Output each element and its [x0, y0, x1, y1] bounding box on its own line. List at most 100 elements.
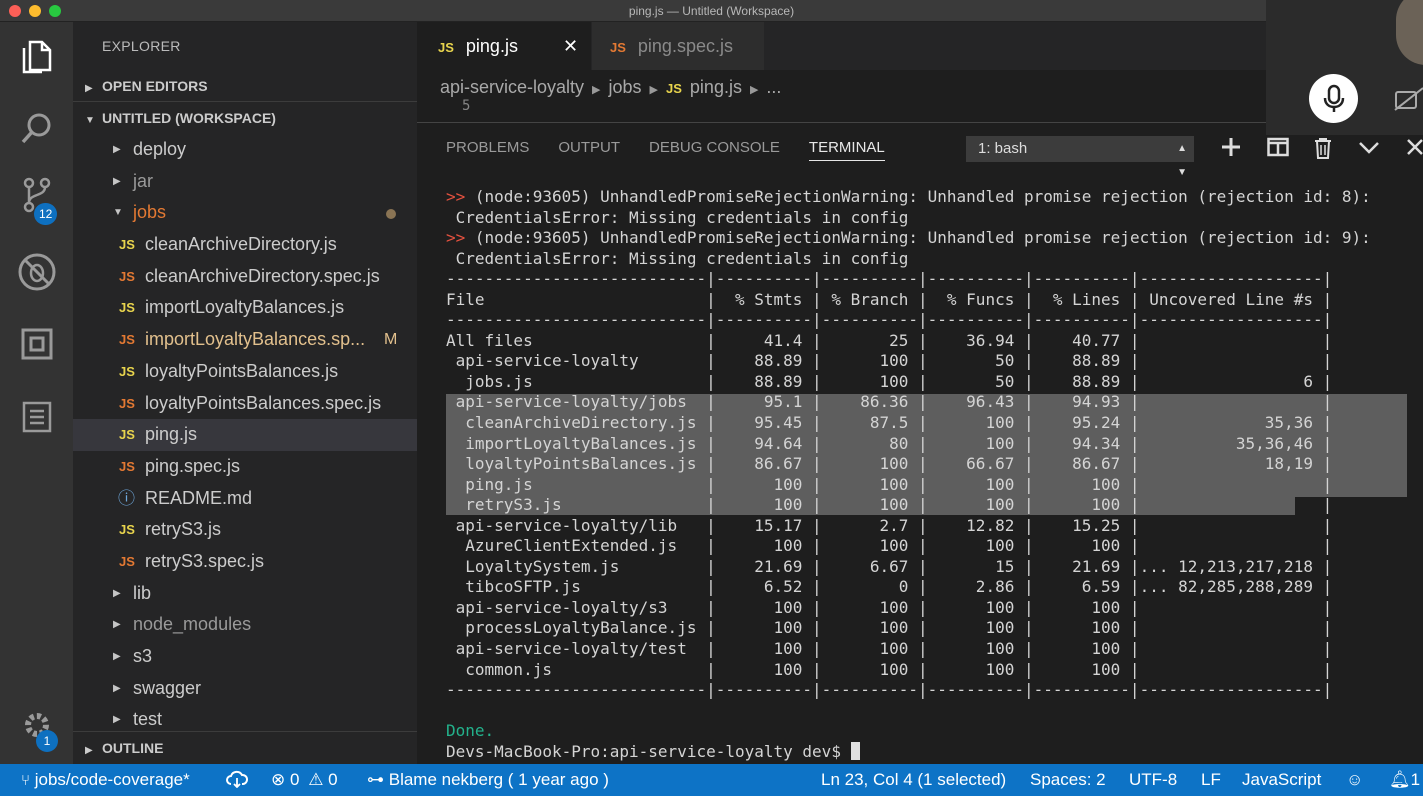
- terminal-line: >> (node:93605) UnhandledPromiseRejectio…: [446, 187, 1371, 208]
- participant-video: [1396, 0, 1423, 65]
- encoding[interactable]: UTF-8: [1129, 764, 1177, 796]
- tree-file-ping[interactable]: JS ping.js: [73, 419, 417, 451]
- terminal-line: >> (node:93605) UnhandledPromiseRejectio…: [446, 228, 1371, 249]
- tree-folder-jar[interactable]: ▶ jar: [73, 166, 417, 198]
- close-tab-icon[interactable]: ✕: [563, 22, 578, 70]
- tree-file-cleanArchiveDirectory[interactable]: JS cleanArchiveDirectory.js: [73, 229, 417, 261]
- js-spec-file-icon: JS: [119, 332, 135, 348]
- terminal-line: ping.js | 100 | 100 | 100 | 100 | |: [446, 475, 1371, 496]
- terminal-text: All files | 41.4 | 25 | 36.94 | 40.77 | …: [446, 330, 1333, 350]
- terminal-line: common.js | 100 | 100 | 100 | 100 | |: [446, 660, 1371, 681]
- terminal-text: Done.: [446, 721, 495, 741]
- git-branch[interactable]: ⑂ jobs/code-coverage*: [21, 764, 190, 796]
- feedback-smiley-icon[interactable]: ☺: [1346, 764, 1363, 796]
- tab-debug-console[interactable]: DEBUG CONSOLE: [649, 139, 780, 161]
- notifications[interactable]: 🔔︎1: [1389, 764, 1420, 796]
- tree-file-readme[interactable]: ⓘ README.md: [73, 483, 417, 515]
- terminal-text: AzureClientExtended.js | 100 | 100 | 100…: [446, 536, 1333, 556]
- terminal-output[interactable]: >> (node:93605) UnhandledPromiseRejectio…: [446, 187, 1371, 762]
- close-panel-icon[interactable]: [1407, 137, 1423, 162]
- js-spec-file-icon: JS: [119, 458, 135, 474]
- tree-file-retryS3[interactable]: JS retryS3.js: [73, 514, 417, 546]
- breadcrumb-root[interactable]: api-service-loyalty: [440, 77, 584, 97]
- tab-ping-spec-js[interactable]: JS ping.spec.js: [592, 22, 764, 70]
- indentation[interactable]: Spaces: 2: [1030, 764, 1106, 796]
- debug-icon[interactable]: [16, 251, 58, 293]
- js-spec-file-icon: JS: [610, 40, 626, 55]
- js-file-icon: JS: [666, 81, 682, 96]
- split-terminal-icon[interactable]: [1267, 137, 1289, 162]
- trash-icon[interactable]: [1314, 137, 1332, 164]
- tree-file-loyaltyPointsBalances[interactable]: JS loyaltyPointsBalances.js: [73, 356, 417, 388]
- tree-file-cleanArchiveDirectory-spec[interactable]: JS cleanArchiveDirectory.spec.js: [73, 261, 417, 293]
- chevron-down-icon[interactable]: [1358, 137, 1380, 162]
- sync-icon[interactable]: [226, 764, 249, 796]
- terminal-text: common.js | 100 | 100 | 100 | 100 | |: [446, 659, 1333, 679]
- microphone-icon: [1323, 84, 1344, 112]
- tree-folder-jobs[interactable]: ▼ jobs: [73, 197, 417, 229]
- cursor-position[interactable]: Ln 23, Col 4 (1 selected): [821, 764, 1006, 796]
- search-icon[interactable]: [16, 108, 58, 150]
- tree-file-importLoyaltyBalances[interactable]: JS importLoyaltyBalances.js: [73, 292, 417, 324]
- language-mode[interactable]: JavaScript: [1242, 764, 1321, 796]
- bell-icon: 🔔︎: [1389, 770, 1411, 789]
- test-explorer-icon[interactable]: [16, 395, 58, 437]
- terminal-line: File | % Stmts | % Branch | % Funcs | % …: [446, 290, 1371, 311]
- line-ending[interactable]: LF: [1201, 764, 1221, 796]
- commit-icon: ⊶: [367, 770, 384, 789]
- tree-file-retryS3-spec[interactable]: JS retryS3.spec.js: [73, 546, 417, 578]
- tab-terminal[interactable]: TERMINAL: [808, 139, 885, 161]
- extensions-icon[interactable]: [16, 323, 58, 365]
- microphone-button[interactable]: [1309, 74, 1358, 123]
- terminal-line: ---------------------------|----------|-…: [446, 310, 1371, 331]
- window-title: ping.js — Untitled (Workspace): [628, 4, 795, 18]
- camera-off-icon[interactable]: [1394, 86, 1423, 117]
- explorer-sidebar: EXPLORER ▶ OPEN EDITORS ▼ UNTITLED (WORKSP…: [73, 22, 417, 764]
- tab-ping-js[interactable]: JS ping.js ✕: [417, 22, 591, 70]
- select-arrows-icon: ▲ ▼: [1177, 143, 1187, 178]
- tree-folder-deploy[interactable]: ▶ deploy: [73, 134, 417, 166]
- new-terminal-plus-icon[interactable]: [1221, 137, 1241, 162]
- info-icon: ⓘ: [118, 488, 135, 508]
- chevron-right-icon: ▶: [113, 682, 121, 694]
- breadcrumb-file[interactable]: ping.js: [690, 77, 742, 97]
- open-editors-section[interactable]: ▶ OPEN EDITORS: [73, 70, 417, 102]
- warning-icon: ⚠: [308, 770, 324, 789]
- status-bar: ⑂ jobs/code-coverage* ⊗ 0 ⚠ 0 ⊶ Blame ne…: [0, 764, 1423, 796]
- terminal-text: ---------------------------|----------|-…: [446, 680, 1333, 700]
- terminal-line: processLoyaltyBalance.js | 100 | 100 | 1…: [446, 618, 1371, 639]
- js-spec-file-icon: JS: [119, 268, 135, 284]
- tree-folder-s3[interactable]: ▶ s3: [73, 641, 417, 673]
- terminal-select[interactable]: 1: bash ▲ ▼: [966, 136, 1194, 178]
- terminal-line: api-service-loyalty/jobs | 95.1 | 86.36 …: [446, 392, 1371, 413]
- tree-folder-swagger[interactable]: ▶ swagger: [73, 673, 417, 705]
- terminal-line: Done.: [446, 721, 1371, 742]
- terminal-text: api-service-loyalty/lib | 15.17 | 2.7 | …: [446, 515, 1333, 535]
- tab-output[interactable]: OUTPUT: [558, 139, 620, 161]
- js-file-icon: JS: [119, 237, 135, 253]
- tree-file-loyaltyPointsBalances-spec[interactable]: JS loyaltyPointsBalances.spec.js: [73, 388, 417, 420]
- terminal-line: Devs-MacBook-Pro:api-service-loyalty dev…: [446, 741, 1371, 763]
- tree-file-importLoyaltyBalances-spec[interactable]: JS importLoyaltyBalances.sp... M: [73, 324, 417, 356]
- breadcrumb-folder[interactable]: jobs: [609, 77, 642, 97]
- outline-section[interactable]: ▶ OUTLINE: [73, 731, 417, 764]
- terminal-text: CredentialsError: Missing credentials in…: [446, 207, 909, 227]
- terminal-line: api-service-loyalty/lib | 15.17 | 2.7 | …: [446, 516, 1371, 537]
- terminal-text: CredentialsError: Missing credentials in…: [446, 248, 909, 268]
- terminal-text: api-service-loyalty | 88.89 | 100 | 50 |…: [446, 351, 1333, 371]
- breadcrumb-more[interactable]: ...: [766, 77, 781, 97]
- problems-indicator[interactable]: ⊗ 0 ⚠ 0: [271, 764, 338, 796]
- tab-problems[interactable]: PROBLEMS: [446, 139, 529, 161]
- terminal-text: cleanArchiveDirectory.js | 95.45 | 87.5 …: [446, 413, 1333, 433]
- tree-file-ping-spec[interactable]: JS ping.spec.js: [73, 451, 417, 483]
- explorer-icon[interactable]: [16, 36, 58, 78]
- terminal-line: CredentialsError: Missing credentials in…: [446, 208, 1371, 229]
- tree-folder-lib[interactable]: ▶ lib: [73, 578, 417, 610]
- terminal-line: tibcoSFTP.js | 6.52 | 0 | 2.86 | 6.59 |.…: [446, 577, 1371, 598]
- tree-folder-node-modules[interactable]: ▶ node_modules: [73, 609, 417, 641]
- git-blame[interactable]: ⊶ Blame nekberg ( 1 year ago ): [367, 764, 609, 796]
- terminal-text: tibcoSFTP.js | 6.52 | 0 | 2.86 | 6.59 |.…: [446, 577, 1333, 597]
- workspace-section[interactable]: ▼ UNTITLED (WORKSPACE): [73, 102, 417, 134]
- git-modified-badge: M: [384, 331, 398, 349]
